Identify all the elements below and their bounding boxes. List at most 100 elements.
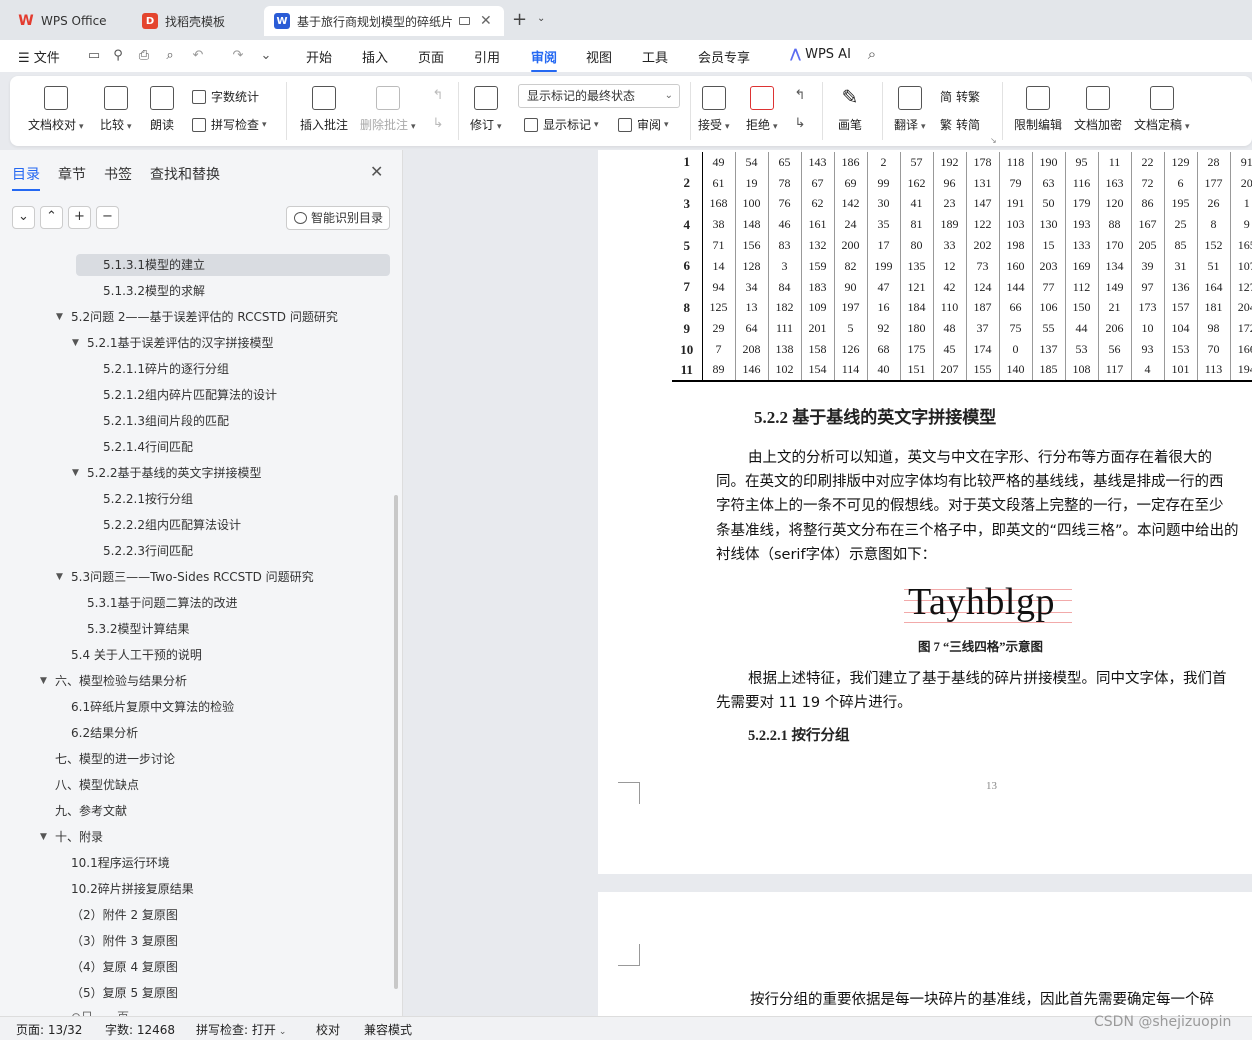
toc-item[interactable]: 6.1碎纸片复原中文算法的检验 bbox=[71, 696, 234, 718]
expand-up-button[interactable]: ⌃ bbox=[40, 206, 63, 229]
toc-item[interactable]: 5.2.2基于基线的英文字拼接模型 bbox=[87, 462, 262, 484]
next-change-icon[interactable]: ↳ bbox=[792, 116, 808, 132]
menu-reference[interactable]: 引用 bbox=[474, 47, 500, 66]
toc-item[interactable]: 八、模型优缺点 bbox=[55, 774, 139, 796]
expand-arrow-icon[interactable]: ▼ bbox=[72, 468, 79, 478]
accept-button[interactable]: 接受 ▾ bbox=[698, 86, 730, 133]
dialog-launcher-icon[interactable]: ↘ bbox=[990, 136, 997, 145]
toc-item[interactable]: 10.1程序运行环境 bbox=[71, 852, 170, 874]
toc-item[interactable]: 5.1.3.1模型的建立 bbox=[76, 254, 390, 276]
previous-comment-icon[interactable]: ↰ bbox=[430, 88, 446, 104]
spell-check-button[interactable]: 拼写检查 ▾ bbox=[192, 116, 267, 133]
spell-check-indicator[interactable]: 拼写检查: 打开 ⌄ bbox=[196, 1021, 286, 1038]
next-comment-icon[interactable]: ↳ bbox=[430, 116, 446, 132]
redo-icon[interactable]: ↷ bbox=[230, 48, 246, 64]
print-icon[interactable]: ⎙ bbox=[136, 48, 152, 64]
sidebar-scrollbar[interactable] bbox=[394, 495, 398, 989]
toc-item[interactable]: 5.3问题三——Two-Sides RCCSTD 问题研究 bbox=[71, 566, 314, 588]
toc-item[interactable]: 6.2结果分析 bbox=[71, 722, 138, 744]
tab-docer[interactable]: D 找稻壳模板 bbox=[132, 6, 258, 36]
read-aloud-button[interactable]: 朗读 bbox=[150, 86, 174, 133]
tab-document[interactable]: W 基于旅行商规划模型的碎纸片 ✕ bbox=[264, 6, 504, 36]
toc-item[interactable]: （2）附件 2 复原图 bbox=[71, 904, 178, 926]
to-traditional-button[interactable]: 简 转繁 bbox=[940, 88, 980, 105]
collapse-all-button[interactable]: ⌄ bbox=[12, 206, 35, 229]
menu-insert[interactable]: 插入 bbox=[362, 47, 388, 66]
toc-item[interactable]: 5.2问题 2——基于误差评估的 RCCSTD 问题研究 bbox=[71, 306, 338, 328]
compare-button[interactable]: 比较 ▾ bbox=[100, 86, 132, 133]
tab-toc[interactable]: 目录 bbox=[12, 164, 40, 191]
doc-check-button[interactable]: 文档校对 ▾ bbox=[28, 86, 84, 133]
menu-view[interactable]: 视图 bbox=[586, 47, 612, 66]
more-icon[interactable]: ⌄ bbox=[258, 48, 274, 64]
reject-button[interactable]: 拒绝 ▾ bbox=[746, 86, 778, 133]
expand-arrow-icon[interactable]: ▼ bbox=[56, 312, 63, 322]
close-tab-icon[interactable]: ✕ bbox=[480, 13, 492, 29]
toc-item[interactable]: 5.2.2.3行间匹配 bbox=[103, 540, 193, 562]
tab-find-replace[interactable]: 查找和替换 bbox=[150, 164, 220, 184]
undo-icon[interactable]: ↶ bbox=[190, 48, 206, 64]
print-preview-icon[interactable]: ⌕ bbox=[162, 48, 178, 64]
wps-ai-button[interactable]: ⋀ WPS AI bbox=[790, 47, 851, 62]
toc-item[interactable]: 5.1.3.2模型的求解 bbox=[103, 280, 205, 302]
menu-home[interactable]: 开始 bbox=[306, 47, 332, 66]
previous-change-icon[interactable]: ↰ bbox=[792, 88, 808, 104]
chevron-down-icon[interactable]: ⌄ bbox=[537, 13, 545, 24]
file-menu[interactable]: ☰ 文件 bbox=[18, 47, 60, 66]
track-changes-button[interactable]: 修订 ▾ bbox=[470, 86, 502, 133]
toc-item[interactable]: 七、模型的进一步讨论 bbox=[55, 748, 175, 770]
add-heading-button[interactable]: + bbox=[68, 206, 91, 229]
toc-item[interactable]: 九、参考文献 bbox=[55, 800, 127, 822]
tab-bookmarks[interactable]: 书签 bbox=[104, 164, 132, 184]
close-icon[interactable]: ✕ bbox=[370, 162, 383, 181]
new-tab-icon[interactable]: + bbox=[512, 9, 527, 30]
translate-button[interactable]: 翻译 ▾ bbox=[894, 86, 926, 133]
toc-item[interactable]: 5.2.2.1按行分组 bbox=[103, 488, 193, 510]
toc-item[interactable]: 十、附录 bbox=[55, 826, 103, 848]
finalize-button[interactable]: 文档定稿 ▾ bbox=[1134, 86, 1190, 133]
toc-item[interactable]: 5.2.1.1碎片的逐行分组 bbox=[103, 358, 229, 380]
pen-button[interactable]: ✎ 画笔 bbox=[838, 86, 862, 133]
toc-item[interactable]: 5.2.1基于误差评估的汉字拼接模型 bbox=[87, 332, 274, 354]
remove-heading-button[interactable]: − bbox=[96, 206, 119, 229]
tab-chapters[interactable]: 章节 bbox=[58, 164, 86, 184]
toc-item[interactable]: 5.2.1.4行间匹配 bbox=[103, 436, 193, 458]
restrict-edit-button[interactable]: 限制编辑 bbox=[1014, 86, 1062, 133]
tab-wps-office[interactable]: W WPS Office bbox=[8, 6, 124, 36]
markup-state-select[interactable]: 显示标记的最终状态 ⌄ bbox=[518, 84, 680, 108]
search-icon[interactable]: ⌕ bbox=[864, 46, 880, 62]
toc-item[interactable]: 5.3.1基于问题二算法的改进 bbox=[87, 592, 238, 614]
expand-arrow-icon[interactable]: ▼ bbox=[40, 676, 47, 686]
to-simplified-button[interactable]: 繁 转简 bbox=[940, 116, 980, 133]
page-indicator[interactable]: 页面: 13/32 bbox=[16, 1021, 82, 1038]
toc-item[interactable]: 5.2.1.2组内碎片匹配算法的设计 bbox=[103, 384, 277, 406]
share-icon[interactable]: ⚲ bbox=[110, 48, 126, 64]
word-count-button[interactable]: 字数统计 bbox=[192, 88, 259, 105]
review-pane-button[interactable]: 审阅 ▾ bbox=[618, 116, 669, 133]
word-count-indicator[interactable]: 字数: 12468 bbox=[105, 1021, 175, 1038]
toc-item[interactable]: 10.2碎片拼接复原结果 bbox=[71, 878, 194, 900]
table-cell: 75 bbox=[998, 318, 1032, 340]
toc-item[interactable]: 5.3.2模型计算结果 bbox=[87, 618, 190, 640]
toc-item[interactable]: 5.2.1.3组间片段的匹配 bbox=[103, 410, 229, 432]
expand-arrow-icon[interactable]: ▼ bbox=[40, 832, 47, 842]
save-icon[interactable]: ▭ bbox=[86, 48, 102, 64]
menu-review[interactable]: 审阅 bbox=[531, 47, 558, 72]
menu-tools[interactable]: 工具 bbox=[642, 47, 668, 66]
toc-item[interactable]: （5）复原 5 复原图 bbox=[71, 982, 178, 1004]
show-markup-button[interactable]: 显示标记 ▾ bbox=[524, 116, 599, 133]
proofread-button[interactable]: 校对 bbox=[316, 1021, 340, 1038]
expand-arrow-icon[interactable]: ▼ bbox=[56, 572, 63, 582]
toc-item[interactable]: 5.2.2.2组内匹配算法设计 bbox=[103, 514, 241, 536]
toc-item[interactable]: （4）复原 4 复原图 bbox=[71, 956, 178, 978]
toc-item[interactable]: （3）附件 3 复原图 bbox=[71, 930, 178, 952]
insert-comment-button[interactable]: 插入批注 bbox=[300, 86, 348, 133]
encrypt-button[interactable]: 文档加密 bbox=[1074, 86, 1122, 133]
expand-arrow-icon[interactable]: ▼ bbox=[72, 338, 79, 348]
menu-member[interactable]: 会员专享 bbox=[698, 47, 750, 66]
delete-comment-button[interactable]: 删除批注 ▾ bbox=[360, 86, 416, 133]
toc-item[interactable]: 六、模型检验与结果分析 bbox=[55, 670, 187, 692]
toc-item[interactable]: 5.4 关于人工干预的说明 bbox=[71, 644, 202, 666]
menu-page[interactable]: 页面 bbox=[418, 47, 444, 66]
smart-toc-button[interactable]: 智能识别目录 bbox=[286, 206, 390, 230]
